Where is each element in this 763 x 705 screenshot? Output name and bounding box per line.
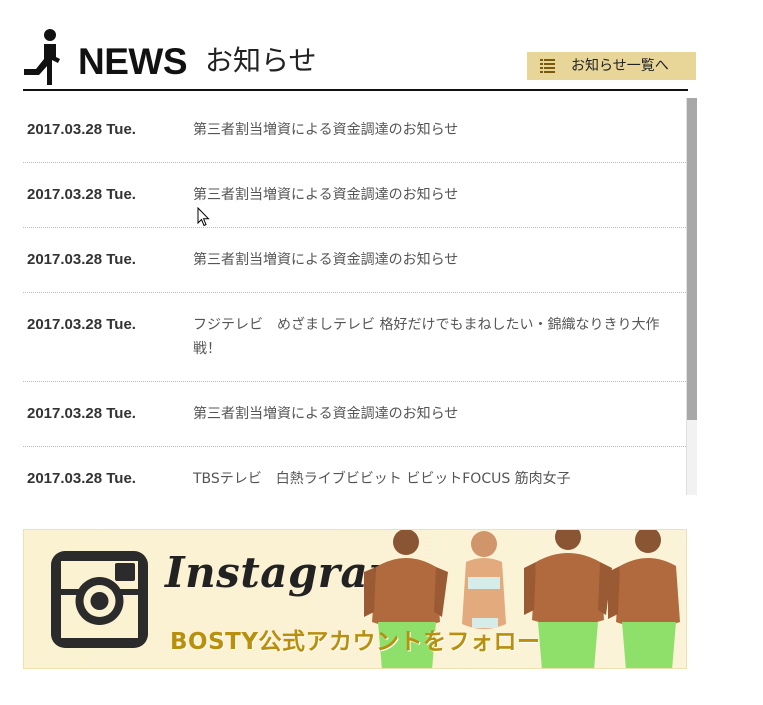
instagram-logo-icon <box>51 551 148 648</box>
news-link[interactable]: 第三者割当増資による資金調達のお知らせ <box>193 402 466 426</box>
news-subtitle: お知らせ <box>205 44 317 77</box>
news-link[interactable]: 第三者割当増資による資金調達のお知らせ <box>193 248 466 272</box>
news-list[interactable]: 2017.03.28 Tue. 第三者割当増資による資金調達のお知らせ 2017… <box>23 98 686 495</box>
news-link[interactable]: 第三者割当増資による資金調達のお知らせ <box>193 183 466 207</box>
instagram-banner[interactable]: Instagram BOSTY公式アカウントをフォロー <box>23 529 687 669</box>
news-date: 2017.03.28 Tue. <box>27 186 136 203</box>
news-item[interactable]: 2017.03.28 Tue. 第三者割当増資による資金調達のお知らせ <box>23 228 686 293</box>
all-news-button[interactable]: お知らせ一覧へ <box>527 52 696 80</box>
mouse-cursor-icon <box>197 207 210 227</box>
news-item[interactable]: 2017.03.28 Tue. 第三者割当増資による資金調達のお知らせ <box>23 163 686 228</box>
news-date: 2017.03.28 Tue. <box>27 470 136 487</box>
news-item[interactable]: 2017.03.28 Tue. 第三者割当増資による資金調達のお知らせ <box>23 98 686 163</box>
news-title: NEWS <box>78 41 188 82</box>
news-date: 2017.03.28 Tue. <box>27 121 136 138</box>
news-link[interactable]: フジテレビ めざましテレビ 格好だけでもまねしたい・錦織なりきり大作戦！ <box>193 313 686 361</box>
news-date: 2017.03.28 Tue. <box>27 405 136 422</box>
runner-icon <box>24 29 60 85</box>
news-item[interactable]: 2017.03.28 Tue. フジテレビ めざましテレビ 格好だけでもまねした… <box>23 293 686 382</box>
news-date: 2017.03.28 Tue. <box>27 251 136 268</box>
news-date: 2017.03.28 Tue. <box>27 316 136 333</box>
all-news-button-label: お知らせ一覧へ <box>571 58 669 74</box>
news-link[interactable]: TBSテレビ 白熱ライブビビット ビビットFOCUS 筋肉女子 <box>193 467 579 491</box>
list-icon <box>540 59 555 73</box>
news-item[interactable]: 2017.03.28 Tue. TBSテレビ 白熱ライブビビット ビビットFOC… <box>23 447 686 495</box>
news-scrollbar[interactable] <box>686 98 697 495</box>
scrollbar-thumb[interactable] <box>687 98 697 420</box>
instagram-caption: BOSTY公式アカウントをフォロー <box>170 629 541 655</box>
news-item[interactable]: 2017.03.28 Tue. 第三者割当増資による資金調達のお知らせ <box>23 382 686 447</box>
news-header: NEWS お知らせ お知らせ一覧へ <box>23 25 696 91</box>
news-link[interactable]: 第三者割当増資による資金調達のお知らせ <box>193 118 466 142</box>
